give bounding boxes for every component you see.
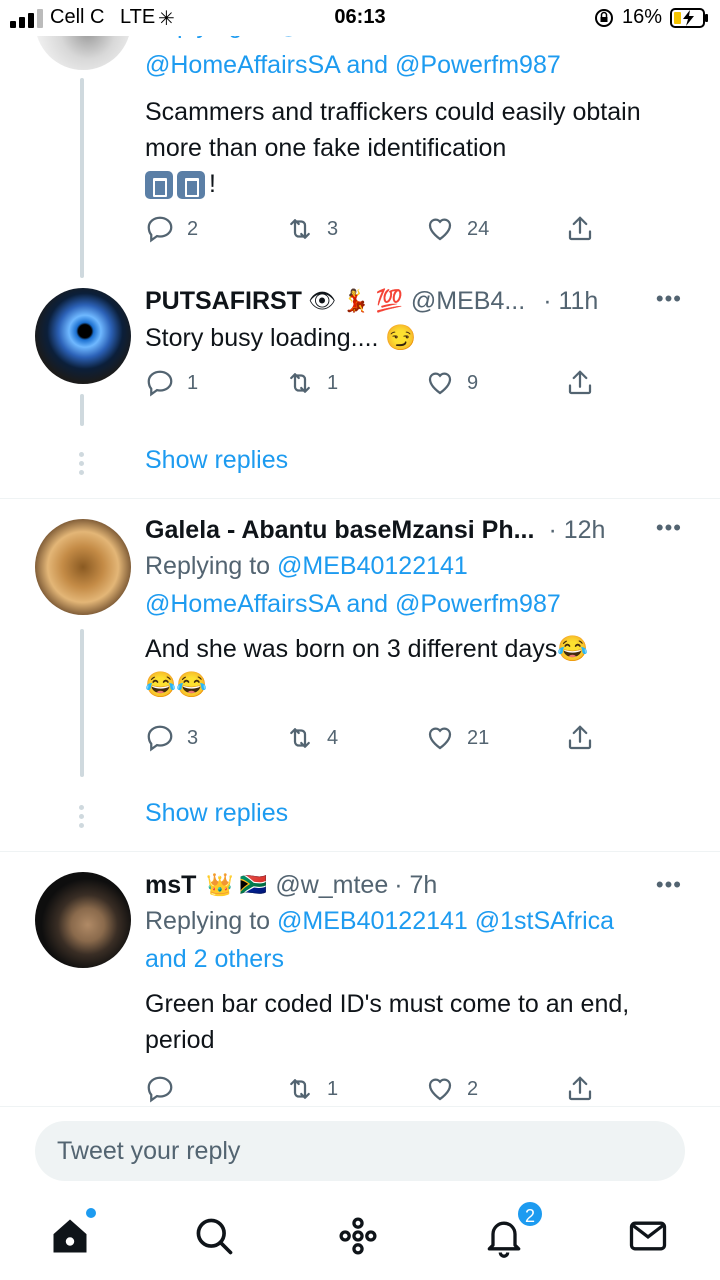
reply-button[interactable]: 3 xyxy=(145,723,198,753)
retweet-button[interactable]: 4 xyxy=(285,723,338,753)
reply-to-handles[interactable]: @HomeAffairsSA and @Powerfm987 xyxy=(145,585,695,623)
bottom-tab-bar: 2 xyxy=(0,1194,720,1280)
more-options-icon[interactable]: ••• xyxy=(656,872,682,898)
reply-composer xyxy=(0,1106,720,1194)
battery-percent: 16% xyxy=(622,6,663,28)
tweet-text: Green bar coded ID's must come to an end… xyxy=(145,990,630,1054)
timestamp: · 7h xyxy=(394,871,438,899)
retweet-icon xyxy=(290,219,310,239)
username[interactable]: @MEB4... xyxy=(411,284,525,318)
display-name[interactable]: PUTSAFIRST xyxy=(145,284,302,318)
reply-to-line: Replying to @MEB40122141 xyxy=(145,552,468,580)
thread-line xyxy=(80,78,84,278)
like-button[interactable]: 24 xyxy=(425,214,489,244)
reply-button[interactable]: 1 xyxy=(145,368,198,398)
share-button[interactable] xyxy=(565,723,595,753)
share-icon xyxy=(568,725,592,750)
tab-messages[interactable] xyxy=(626,1214,674,1262)
share-button[interactable] xyxy=(565,214,595,244)
battery-charging-icon xyxy=(670,8,708,28)
thread-dots xyxy=(79,452,85,479)
rotation-lock-icon xyxy=(595,9,613,27)
tweet-reply-input[interactable] xyxy=(35,1121,685,1181)
tab-home[interactable] xyxy=(48,1208,96,1262)
search-icon xyxy=(196,1218,233,1255)
id-card-emoji-icon xyxy=(177,171,205,200)
retweet-icon xyxy=(290,373,310,393)
display-name[interactable]: Galela - Abantu baseMzansi Ph... xyxy=(145,513,534,547)
show-replies-link[interactable]: Show replies xyxy=(145,446,288,475)
share-button[interactable] xyxy=(565,368,595,398)
reply-thread: Replying to @MEB40122141 @HomeAffairsSA … xyxy=(0,0,720,1105)
tweet-text: And she was born on 3 different days😂 😂😂 xyxy=(145,635,589,699)
heart-icon xyxy=(428,372,452,395)
notifications-badge: 2 xyxy=(516,1200,544,1228)
avatar[interactable] xyxy=(35,288,131,384)
heart-icon xyxy=(428,218,452,241)
tweet[interactable]: PUTSAFIRST 👁 💃 💯 @MEB4... · 11h Story bu… xyxy=(0,272,720,498)
reply-icon xyxy=(147,370,173,397)
retweet-icon xyxy=(290,1079,310,1099)
status-bar: Cell C LTE ✳ 06:13 16% xyxy=(0,0,720,36)
tab-notifications[interactable]: 2 xyxy=(482,1200,544,1262)
reply-icon xyxy=(147,1076,173,1103)
share-icon xyxy=(568,1076,592,1101)
tab-spaces[interactable] xyxy=(336,1214,384,1262)
new-content-dot xyxy=(86,1208,96,1218)
tweet-actions: 3 4 21 xyxy=(145,723,605,757)
tweet[interactable]: Replying to @MEB40122141 @HomeAffairsSA … xyxy=(0,0,720,278)
spaces-icon xyxy=(339,1217,377,1255)
tweet[interactable]: msT 👑 🇿🇦 @w_mtee · 7h Replying to @MEB40… xyxy=(0,852,720,1105)
avatar[interactable] xyxy=(35,519,131,615)
tweet-actions: 1 1 9 xyxy=(145,368,605,402)
share-icon xyxy=(568,370,592,395)
thread-line xyxy=(80,394,84,426)
home-icon xyxy=(53,1219,87,1253)
heart-icon xyxy=(428,1078,452,1101)
retweet-button[interactable]: 3 xyxy=(285,214,338,244)
reply-to-line: Replying to @MEB40122141 @1stSAfrica xyxy=(145,907,615,935)
timestamp: · 11h xyxy=(543,287,599,315)
retweet-button[interactable]: 1 xyxy=(285,1074,338,1104)
tweet[interactable]: Galela - Abantu baseMzansi Ph... · 12h R… xyxy=(0,499,720,851)
timestamp: · 12h xyxy=(548,516,606,544)
id-card-emoji-icon xyxy=(145,171,173,200)
tweet-actions: 1 2 xyxy=(145,1074,605,1105)
tweet-actions: 2 3 24 xyxy=(145,214,605,248)
more-options-icon[interactable]: ••• xyxy=(656,515,682,541)
name-emojis: 👑 🇿🇦 xyxy=(206,872,268,897)
name-emojis: 👁 💃 💯 xyxy=(307,288,403,313)
thread-dots xyxy=(79,805,85,832)
share-icon xyxy=(568,216,592,241)
username[interactable]: @w_mtee xyxy=(275,868,388,902)
retweet-button[interactable]: 1 xyxy=(285,368,338,398)
avatar[interactable] xyxy=(35,872,131,968)
display-name[interactable]: msT xyxy=(145,868,196,902)
share-button[interactable] xyxy=(565,1074,595,1104)
like-button[interactable]: 2 xyxy=(425,1074,478,1104)
reply-icon xyxy=(147,216,173,243)
tweet-header: msT 👑 🇿🇦 @w_mtee · 7h xyxy=(145,868,695,902)
reply-icon xyxy=(147,725,173,752)
reply-to-handles[interactable]: and 2 others xyxy=(145,940,695,978)
tweet-text: Story busy loading.... 😏 xyxy=(145,324,417,352)
more-options-icon[interactable]: ••• xyxy=(656,286,682,312)
reply-button[interactable] xyxy=(145,1074,187,1104)
mail-icon xyxy=(629,1221,667,1251)
reply-to-handles[interactable]: @HomeAffairsSA and @Powerfm987 xyxy=(145,46,695,84)
retweet-icon xyxy=(290,728,310,748)
tweet-header: PUTSAFIRST 👁 💃 💯 @MEB4... · 11h xyxy=(145,284,695,318)
heart-icon xyxy=(428,727,452,750)
like-button[interactable]: 9 xyxy=(425,368,478,398)
show-replies-link[interactable]: Show replies xyxy=(145,799,288,828)
tweet-text: Scammers and traffickers could easily ob… xyxy=(145,98,641,200)
thread-line xyxy=(80,629,84,777)
tweet-header: Galela - Abantu baseMzansi Ph... · 12h xyxy=(145,513,695,547)
reply-button[interactable]: 2 xyxy=(145,214,198,244)
tab-search[interactable] xyxy=(192,1214,240,1262)
like-button[interactable]: 21 xyxy=(425,723,489,753)
